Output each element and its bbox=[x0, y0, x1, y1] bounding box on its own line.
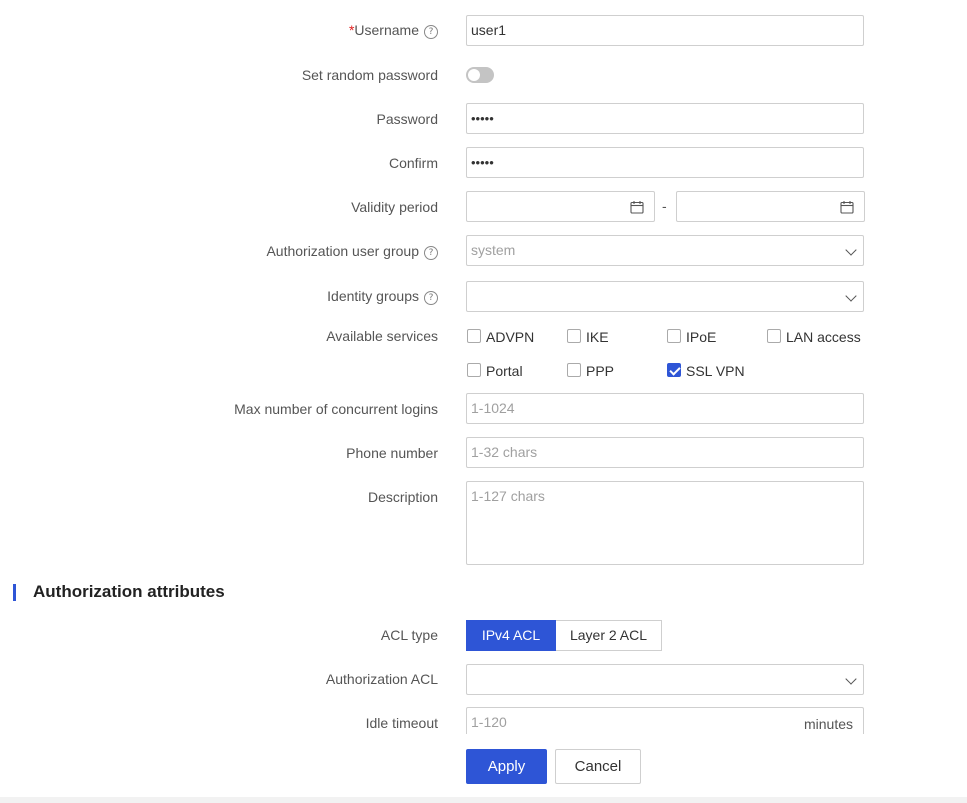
help-icon[interactable]: ? bbox=[424, 246, 438, 260]
idle-timeout-label: Idle timeout bbox=[365, 715, 438, 731]
help-icon[interactable]: ? bbox=[424, 291, 438, 305]
description-textarea[interactable]: 1-127 chars bbox=[466, 481, 864, 565]
ipoe-checkbox[interactable] bbox=[667, 329, 681, 343]
identity-groups-label-text: Identity groups bbox=[327, 288, 419, 304]
help-icon[interactable]: ? bbox=[424, 25, 438, 39]
ppp-label: PPP bbox=[586, 363, 615, 379]
chevron-down-icon bbox=[845, 244, 857, 256]
ipoe-label: IPoE bbox=[686, 329, 717, 345]
portal-label: Portal bbox=[486, 363, 523, 379]
max-logins-placeholder: 1-1024 bbox=[471, 400, 515, 416]
identity-groups-label: Identity groups? bbox=[327, 288, 438, 305]
username-value: user1 bbox=[471, 22, 507, 38]
ppp-checkbox[interactable] bbox=[567, 363, 581, 377]
services-label: Available services bbox=[326, 328, 438, 344]
auth-group-label: Authorization user group? bbox=[266, 243, 438, 260]
auth-acl-label: Authorization ACL bbox=[325, 671, 438, 687]
validity-separator: - bbox=[662, 198, 667, 214]
idle-timeout-input[interactable]: 1-120 minutes bbox=[466, 707, 864, 734]
username-label: *Username? bbox=[349, 22, 438, 39]
phone-label: Phone number bbox=[346, 445, 438, 461]
portal-checkbox[interactable] bbox=[467, 363, 481, 377]
password-label: Password bbox=[376, 111, 438, 127]
calendar-icon[interactable] bbox=[840, 200, 854, 214]
max-logins-input[interactable]: 1-1024 bbox=[466, 393, 864, 424]
lan-access-checkbox[interactable] bbox=[767, 329, 781, 343]
max-logins-label: Max number of concurrent logins bbox=[234, 401, 438, 417]
username-input[interactable]: user1 bbox=[466, 15, 864, 46]
ike-label: IKE bbox=[586, 329, 609, 345]
section-title: Authorization attributes bbox=[33, 582, 225, 601]
validity-start-input[interactable] bbox=[466, 191, 655, 222]
calendar-icon[interactable] bbox=[630, 200, 644, 214]
section-accent-bar bbox=[13, 584, 16, 601]
layer2-acl-option[interactable]: Layer 2 ACL bbox=[556, 620, 662, 651]
confirm-value: ••••• bbox=[471, 155, 494, 170]
description-placeholder: 1-127 chars bbox=[471, 488, 545, 504]
phone-input[interactable]: 1-32 chars bbox=[466, 437, 864, 468]
idle-timeout-unit: minutes bbox=[803, 716, 853, 732]
lan-access-label: LAN access bbox=[786, 329, 861, 345]
random-password-toggle[interactable] bbox=[466, 67, 494, 83]
ssl-vpn-label: SSL VPN bbox=[686, 363, 745, 379]
toggle-knob bbox=[468, 69, 480, 81]
identity-groups-select[interactable] bbox=[466, 281, 864, 312]
auth-group-label-text: Authorization user group bbox=[266, 243, 419, 259]
description-label: Description bbox=[367, 489, 438, 505]
advpn-label: ADVPN bbox=[486, 329, 535, 345]
confirm-input[interactable]: ••••• bbox=[466, 147, 864, 178]
ssl-vpn-checkbox[interactable] bbox=[667, 363, 681, 377]
confirm-label: Confirm bbox=[388, 155, 438, 171]
phone-placeholder: 1-32 chars bbox=[471, 444, 538, 460]
random-password-label: Set random password bbox=[301, 67, 438, 83]
ipv4-acl-option[interactable]: IPv4 ACL bbox=[466, 620, 556, 651]
auth-group-select[interactable]: system bbox=[466, 235, 864, 266]
username-label-text: Username bbox=[354, 22, 419, 38]
password-input[interactable]: ••••• bbox=[466, 103, 864, 134]
bottom-divider bbox=[0, 797, 967, 803]
validity-end-input[interactable] bbox=[676, 191, 865, 222]
chevron-down-icon bbox=[845, 673, 857, 685]
password-value: ••••• bbox=[471, 111, 494, 126]
acl-type-label: ACL type bbox=[380, 627, 438, 643]
auth-group-placeholder: system bbox=[471, 242, 516, 258]
advpn-checkbox[interactable] bbox=[467, 329, 481, 343]
idle-timeout-placeholder: 1-120 bbox=[471, 714, 507, 730]
chevron-down-icon bbox=[845, 290, 857, 302]
validity-label: Validity period bbox=[351, 199, 438, 215]
ike-checkbox[interactable] bbox=[567, 329, 581, 343]
apply-button[interactable]: Apply bbox=[466, 749, 547, 784]
cancel-button[interactable]: Cancel bbox=[555, 749, 641, 784]
auth-acl-select[interactable] bbox=[466, 664, 864, 695]
